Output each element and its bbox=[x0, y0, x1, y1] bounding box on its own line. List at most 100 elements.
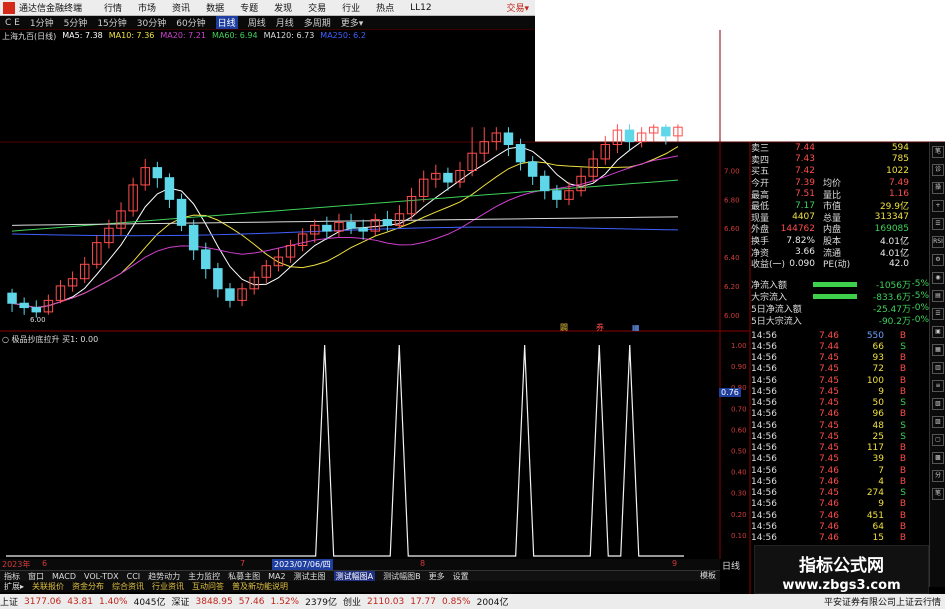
sidebar-tool-icon[interactable]: ☰ bbox=[932, 218, 944, 230]
indicator-tab[interactable]: CCI bbox=[127, 572, 141, 581]
indicator-tab[interactable]: 主力监控 bbox=[188, 571, 220, 582]
quote-value: 4407 bbox=[792, 212, 815, 223]
sidebar-tool-icon[interactable]: ▨ bbox=[932, 416, 944, 428]
function-tab[interactable]: 互动问答 bbox=[192, 581, 224, 592]
flow-percent: -5% bbox=[911, 279, 929, 289]
indicator-tab[interactable]: MACD bbox=[52, 572, 76, 581]
sz-amount: 2379亿 bbox=[305, 598, 337, 608]
sz-percent: 1.52% bbox=[270, 596, 300, 607]
sidebar-tool-icon[interactable]: 分 bbox=[932, 470, 944, 482]
tick-direction: B bbox=[899, 499, 906, 510]
quote-row: 卖四 7.43 785 bbox=[751, 154, 929, 166]
k-axis-label: 6.20 bbox=[724, 283, 740, 291]
sh-price: 3177.06 bbox=[24, 596, 62, 607]
indicator-tab[interactable]: 设置 bbox=[453, 571, 469, 582]
sidebar-tool-icon[interactable]: ▤ bbox=[932, 290, 944, 302]
tick-direction: B bbox=[899, 476, 906, 487]
candle-body bbox=[7, 292, 17, 304]
indicator-tab[interactable]: 更多 bbox=[429, 571, 445, 582]
indicator-tab[interactable]: 指标 bbox=[4, 571, 20, 582]
sidebar-tool-icon[interactable]: 笔 bbox=[932, 488, 944, 500]
tick-time: 14:56 bbox=[751, 521, 777, 532]
indicator-tab[interactable]: 趋势动力 bbox=[148, 571, 180, 582]
function-tab[interactable]: 综合资讯 bbox=[112, 581, 144, 592]
tick-volume: 9 bbox=[878, 386, 884, 397]
indicator-tab[interactable]: 私募主图 bbox=[228, 571, 260, 582]
quote-value: 0.090 bbox=[789, 258, 815, 269]
broker-name: 平安证券有限公司上证云行情 bbox=[823, 598, 941, 608]
k-axis-label: 7.00 bbox=[724, 168, 740, 176]
quote-value: 7.39 bbox=[794, 177, 815, 188]
tick-price: 7.46 bbox=[818, 521, 839, 532]
tick-time: 14:56 bbox=[751, 375, 777, 386]
indicator-tab[interactable]: VOL-TDX bbox=[84, 572, 119, 581]
indicator-tab[interactable]: MA2 bbox=[268, 572, 285, 581]
candle-body bbox=[322, 224, 332, 232]
function-tab[interactable]: 关联报价 bbox=[32, 581, 64, 592]
indicator-tab[interactable]: 测试幅图B bbox=[383, 571, 421, 582]
k-axis-label: 6.40 bbox=[724, 254, 740, 262]
tick-direction: B bbox=[899, 386, 906, 397]
cy-label[interactable]: 创业 bbox=[343, 595, 361, 608]
sidebar-tool-icon[interactable]: ⚙ bbox=[932, 254, 944, 266]
sidebar-tool-icon[interactable]: ≡ bbox=[932, 380, 944, 392]
tick-time: 14:56 bbox=[751, 533, 777, 544]
date-axis: 2023年 6 7 2023/07/06/四 8 9 bbox=[0, 559, 720, 570]
tick-price: 7.46 bbox=[818, 476, 839, 487]
candle-body bbox=[201, 249, 211, 270]
sidebar-tool-icon[interactable]: ▩ bbox=[932, 452, 944, 464]
indicator-tab[interactable]: 窗口 bbox=[28, 571, 44, 582]
tick-row: 14:56 7.45 48 S bbox=[751, 420, 929, 431]
period-label[interactable]: 日线 bbox=[722, 559, 740, 572]
sidebar-tool-icon[interactable]: RSI bbox=[932, 236, 944, 248]
sidebar-tool-icon[interactable]: ◉ bbox=[932, 272, 944, 284]
sidebar-tool-icon[interactable]: ▥ bbox=[932, 362, 944, 374]
function-tab[interactable]: 扩展▸ bbox=[4, 581, 24, 592]
sidebar-tool-icon[interactable]: 笔 bbox=[932, 146, 944, 158]
function-tab[interactable]: 行业资讯 bbox=[152, 581, 184, 592]
indicator-axis-label: 0.60 bbox=[731, 426, 747, 434]
ma-line-ma5 bbox=[11, 132, 678, 309]
function-tab[interactable]: 普及新功能说明 bbox=[232, 581, 288, 592]
sidebar-tool-icon[interactable]: ▧ bbox=[932, 398, 944, 410]
tick-direction: B bbox=[899, 364, 906, 375]
sidebar-tool-icon[interactable]: + bbox=[932, 200, 944, 212]
sh-label[interactable]: 上证 bbox=[0, 595, 18, 608]
quote-row: 收益(一) 0.090 PE(动) 42.0 bbox=[751, 258, 929, 271]
indicator-tab[interactable]: 测试幅图A bbox=[333, 570, 376, 582]
date-label: 6 bbox=[42, 559, 48, 568]
sidebar-tool-icon[interactable]: 诊 bbox=[932, 164, 944, 176]
sidebar-tool-icon[interactable]: ☰ bbox=[932, 308, 944, 320]
tick-direction: B bbox=[899, 443, 906, 454]
indicator-legend: ○ 极品抄底拉升 买1: 0.00 bbox=[2, 335, 99, 344]
sidebar-tool-icon[interactable]: 操 bbox=[932, 182, 944, 194]
tick-direction: B bbox=[899, 510, 906, 521]
sidebar-tool-icon[interactable]: ▦ bbox=[932, 344, 944, 356]
tick-time: 14:56 bbox=[751, 443, 777, 454]
indicator-axis-label: 0.50 bbox=[731, 448, 747, 456]
tick-price: 7.45 bbox=[818, 488, 839, 499]
quote-value: 594 bbox=[891, 142, 909, 153]
sh-amount: 4045亿 bbox=[133, 598, 166, 608]
sidebar-tool-icon[interactable]: ▢ bbox=[932, 434, 944, 446]
watermark: 指标公式网 www.zbgs3.com bbox=[754, 545, 929, 594]
tick-direction: B bbox=[899, 409, 906, 420]
indicator-tab[interactable]: 测试主图 bbox=[294, 571, 326, 582]
function-tab[interactable]: 资金分布 bbox=[72, 581, 104, 592]
tick-list[interactable]: 14:56 7.46 550 B 14:56 7.44 66 S 14:56 7.45 93 B 14:… bbox=[751, 330, 929, 544]
kline-marker-icon: 闢 bbox=[560, 323, 568, 332]
quote-value: 7.17 bbox=[794, 200, 815, 211]
tick-time: 14:56 bbox=[751, 431, 777, 442]
tick-volume: 66 bbox=[872, 341, 884, 352]
sidebar-tool-icon[interactable]: ▣ bbox=[932, 326, 944, 338]
candle-body bbox=[443, 172, 453, 183]
sz-label[interactable]: 深证 bbox=[172, 595, 190, 608]
quote-value: 7.49 bbox=[888, 177, 909, 188]
template-button[interactable]: 模板 bbox=[700, 570, 716, 581]
tick-volume: 117 bbox=[866, 443, 884, 454]
tick-row: 14:56 7.45 39 B bbox=[751, 454, 929, 465]
sh-change: 43.81 bbox=[67, 596, 93, 607]
quote-value: 1.16 bbox=[888, 189, 909, 200]
capital-flow-panel: 净流入额 -1056万 -5% 大宗流入 -833.6万 -5% 5日净流入额 -25.47万… bbox=[751, 278, 929, 327]
candle-body bbox=[527, 161, 538, 177]
